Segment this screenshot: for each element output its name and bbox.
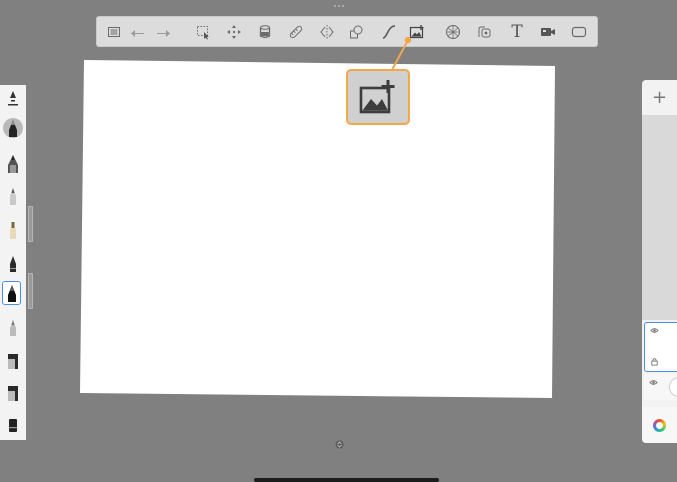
fill-bucket-icon[interactable] <box>255 22 275 42</box>
brush-rail-tab[interactable] <box>28 273 33 309</box>
app-window: T + <box>0 0 677 482</box>
marker-wide-brush-icon[interactable] <box>3 349 23 371</box>
lock-icon[interactable] <box>649 356 659 366</box>
shapes-icon[interactable] <box>346 22 366 42</box>
ink-pen-brush-icon[interactable] <box>3 153 23 175</box>
flat-marker-brush-icon[interactable] <box>3 413 23 435</box>
undo-arrow-icon[interactable] <box>128 22 148 42</box>
transform-move-icon[interactable] <box>224 22 244 42</box>
fineliner-brush-icon[interactable] <box>3 118 23 138</box>
add-image-icon <box>359 80 395 114</box>
symmetry-icon[interactable] <box>317 22 337 42</box>
canvas-handle-icon[interactable] <box>334 439 344 449</box>
add-layer-button[interactable]: + <box>642 80 677 115</box>
toolbar-drag-handle[interactable] <box>334 5 344 7</box>
main-toolbar: T <box>97 17 597 46</box>
dark-pen-brush-icon[interactable] <box>3 252 23 274</box>
selection-icon[interactable] <box>193 22 213 42</box>
flipbook-icon[interactable] <box>474 22 494 42</box>
home-indicator[interactable] <box>254 478 439 482</box>
perspective-guide-icon[interactable] <box>443 22 463 42</box>
grey-pencil-brush-icon[interactable] <box>3 316 23 338</box>
layer-item-active[interactable] <box>644 322 677 372</box>
drawing-canvas[interactable] <box>80 60 555 398</box>
ruler-icon[interactable] <box>286 22 306 42</box>
timelapse-camera-icon[interactable] <box>538 22 558 42</box>
pencil-brush-icon[interactable] <box>3 88 23 110</box>
selected-pen-brush-icon[interactable] <box>2 281 21 305</box>
brush-palette <box>0 85 26 440</box>
marker-brush-icon[interactable] <box>3 185 23 207</box>
layer-panel: + <box>642 80 677 443</box>
layer-list-area <box>642 115 677 320</box>
eye-icon[interactable] <box>648 377 658 387</box>
fullscreen-icon[interactable] <box>569 22 589 42</box>
stroke-curve-icon[interactable] <box>379 22 399 42</box>
layer-thumbnail <box>670 378 677 396</box>
add-image-icon[interactable] <box>407 22 427 42</box>
color-picker-button[interactable] <box>642 407 677 443</box>
color-wheel-icon <box>653 418 666 432</box>
brush-rail-tab[interactable] <box>28 206 33 242</box>
add-image-callout <box>346 69 410 125</box>
canvas-area <box>80 60 555 398</box>
layer-item[interactable] <box>644 374 677 400</box>
eye-icon[interactable] <box>649 325 659 335</box>
chisel-brush-icon[interactable] <box>3 219 23 241</box>
redo-arrow-icon[interactable] <box>153 22 173 42</box>
brush-library-icon[interactable] <box>104 22 124 42</box>
plus-icon: + <box>651 87 668 108</box>
marker-wide-brush-icon[interactable] <box>3 381 23 403</box>
text-icon[interactable]: T <box>507 22 527 42</box>
